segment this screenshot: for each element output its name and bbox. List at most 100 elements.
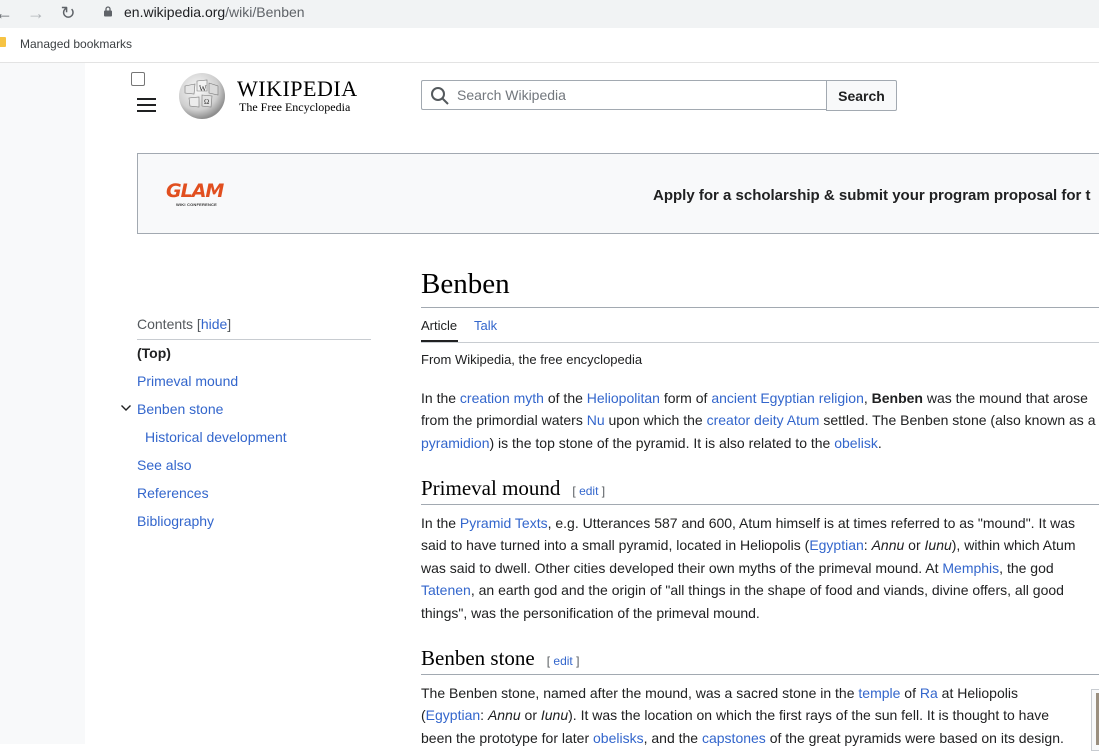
- back-icon[interactable]: ←: [0, 3, 14, 23]
- italic-term: Annu: [871, 537, 905, 554]
- text: or: [520, 707, 541, 724]
- reload-icon[interactable]: ↻: [58, 3, 78, 23]
- link-obelisks[interactable]: obelisks: [593, 730, 644, 746]
- text: was said to dwell. Other cities develope…: [421, 559, 943, 576]
- toc-hide-link[interactable]: hide: [201, 316, 227, 332]
- link-pyramidion[interactable]: pyramidion: [421, 435, 489, 451]
- chrome-divider: [0, 62, 1099, 63]
- text: at Heliopolis: [937, 685, 1018, 701]
- text: , an earth god and the origin of "all th…: [470, 582, 1064, 599]
- intro-paragraph: In the creation myth of the Heliopolitan…: [421, 387, 1099, 454]
- lock-icon: [104, 6, 112, 17]
- folder-icon: [0, 37, 6, 47]
- text: settled. The Benben stone (also known as…: [819, 412, 1096, 429]
- text: In the: [421, 390, 460, 406]
- text: The Benben stone, named after the mound,…: [421, 685, 859, 701]
- text: ,: [863, 390, 872, 406]
- heading-text: Benben stone: [421, 646, 535, 670]
- text: of the great pyramids were based on its …: [765, 729, 1064, 746]
- text: of the: [543, 390, 587, 406]
- tab-talk[interactable]: Talk: [474, 318, 497, 333]
- banner-text[interactable]: Apply for a scholarship & submit your pr…: [653, 187, 1091, 204]
- text: , the god: [999, 559, 1054, 576]
- text: .: [877, 434, 882, 451]
- link-heliopolitan[interactable]: Heliopolitan: [587, 390, 660, 406]
- text: , e.g. Utterances 587 and 600, Atum hims…: [547, 515, 1076, 531]
- glam-logo: GLAM: [166, 180, 224, 202]
- toc-item-primeval-mound[interactable]: Primeval mound: [137, 373, 238, 389]
- toc-divider: [137, 339, 371, 340]
- url-path: /wiki/Benben: [225, 4, 305, 20]
- link-creator-deity[interactable]: creator deity: [707, 412, 784, 428]
- text: form of: [659, 390, 712, 406]
- benben-stone-paragraph: The Benben stone, named after the mound,…: [421, 682, 1081, 749]
- text: of: [900, 685, 920, 701]
- section-heading-benben-stone: Benben stone [ edit ]: [421, 646, 579, 671]
- link-egyptian[interactable]: Egyptian: [426, 707, 480, 723]
- managed-bookmarks[interactable]: Managed bookmarks: [20, 37, 132, 51]
- link-capstones[interactable]: capstones: [702, 730, 766, 746]
- text: from the primordial waters: [421, 412, 587, 429]
- link-egyptian[interactable]: Egyptian: [809, 537, 863, 553]
- url-domain: en.wikipedia.org: [124, 4, 226, 20]
- link-ra[interactable]: Ra: [920, 685, 938, 701]
- wikipedia-tagline: The Free Encyclopedia: [239, 100, 351, 114]
- section-divider: [421, 674, 1099, 675]
- main-menu-icon[interactable]: [137, 98, 156, 116]
- edit-link[interactable]: edit: [579, 484, 598, 498]
- text: , and the: [643, 729, 702, 746]
- text: was the mound that arose: [922, 390, 1088, 406]
- title-divider: [421, 307, 1099, 308]
- link-nu[interactable]: Nu: [587, 412, 605, 428]
- text: ), within which Atum: [951, 537, 1076, 554]
- text: said to have turned into a small pyramid…: [421, 537, 810, 554]
- toc-item-benben-stone[interactable]: Benben stone: [137, 401, 223, 417]
- wikipedia-wordmark[interactable]: WIKIPEDIA: [237, 76, 358, 102]
- toc-item-historical-development[interactable]: Historical development: [145, 429, 287, 445]
- url-text[interactable]: en.wikipedia.org/wiki/Benben: [124, 4, 305, 20]
- chevron-down-icon[interactable]: [120, 402, 132, 416]
- text: ). It was the location on which the firs…: [568, 707, 1050, 724]
- forward-icon[interactable]: →: [26, 3, 46, 23]
- italic-term: Iunu: [924, 537, 952, 554]
- text: ) is the top stone of the pyramid. It is…: [489, 434, 835, 451]
- section-heading-primeval-mound: Primeval mound [ edit ]: [421, 476, 605, 501]
- toc-item-top[interactable]: (Top): [137, 345, 171, 361]
- wikipedia-globe-icon[interactable]: W Ω: [177, 72, 227, 120]
- edit-link[interactable]: edit: [553, 654, 572, 668]
- svg-text:Ω: Ω: [204, 98, 209, 106]
- search-icon: [431, 87, 449, 105]
- bold-term: Benben: [871, 390, 923, 406]
- toc-item-see-also[interactable]: See also: [137, 457, 191, 473]
- edit-section: [ edit ]: [572, 484, 606, 498]
- search-button[interactable]: Search: [826, 80, 897, 111]
- text: upon which the: [604, 412, 707, 429]
- link-creation-myth[interactable]: creation myth: [460, 390, 544, 406]
- search-input[interactable]: [457, 81, 817, 109]
- toc-title: Contents [hide]: [137, 316, 232, 332]
- page-title: Benben: [421, 268, 510, 300]
- tab-article[interactable]: Article: [421, 318, 457, 333]
- toc-item-references[interactable]: References: [137, 485, 209, 501]
- text: things", was the personification of the …: [421, 604, 760, 621]
- link-ancient-egyptian-religion[interactable]: ancient Egyptian religion: [711, 390, 864, 406]
- glam-logo-subtext: WIKI CONFERENCE: [176, 202, 217, 207]
- link-temple[interactable]: temple: [858, 685, 900, 701]
- text: been the prototype for later: [421, 729, 593, 746]
- toc-item-bibliography[interactable]: Bibliography: [137, 513, 214, 529]
- left-gutter: [0, 63, 85, 744]
- heading-text: Primeval mound: [421, 476, 561, 500]
- section-divider: [421, 504, 1099, 505]
- tabs-divider: [421, 342, 1099, 343]
- text: :: [863, 537, 872, 554]
- link-memphis[interactable]: Memphis: [942, 560, 999, 576]
- text: In the: [421, 515, 460, 531]
- main-menu-checkbox[interactable]: [131, 72, 145, 86]
- link-obelisk[interactable]: obelisk: [834, 435, 878, 451]
- text: or: [904, 537, 925, 554]
- link-pyramid-texts[interactable]: Pyramid Texts: [460, 515, 548, 531]
- tagline-from-wikipedia: From Wikipedia, the free encyclopedia: [421, 352, 643, 367]
- link-atum[interactable]: Atum: [787, 412, 820, 428]
- link-tatenen[interactable]: Tatenen: [421, 582, 471, 598]
- primeval-mound-paragraph: In the Pyramid Texts, e.g. Utterances 58…: [421, 512, 1099, 624]
